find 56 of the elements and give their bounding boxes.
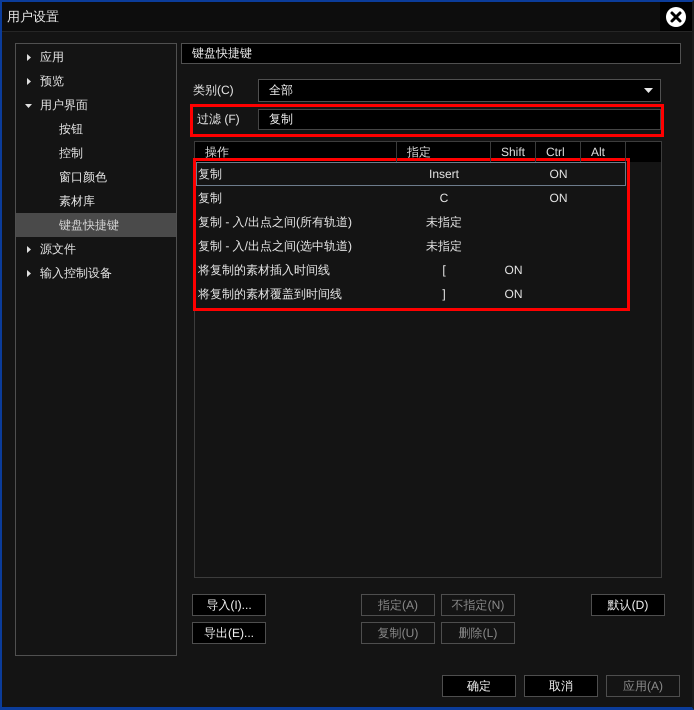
column-header[interactable]: Shift	[491, 142, 536, 162]
import-button[interactable]: 导入(I)...	[192, 594, 266, 616]
tree-item[interactable]: 用户界面	[16, 93, 176, 117]
category-label: 类别(C)	[193, 82, 235, 99]
filter-input[interactable]: 复制	[258, 109, 661, 130]
table-cell-text: ON	[504, 286, 522, 303]
table-row[interactable]: 复制 - 入/出点之间(选中轨道) 未指定	[196, 234, 626, 258]
tree-item[interactable]: 素材库	[16, 189, 176, 213]
close-icon[interactable]	[666, 6, 686, 26]
column-header[interactable]: Alt	[581, 142, 626, 162]
tree-item[interactable]: 键盘快捷键	[16, 213, 176, 237]
table-cell-text: 复制	[198, 190, 222, 207]
table-cell-text: 未指定	[426, 214, 462, 231]
tree-item[interactable]: 源文件	[16, 237, 176, 261]
window-title: 用户设置	[6, 8, 59, 26]
table-cell-text: 将复制的素材覆盖到时间线	[198, 286, 342, 303]
table-cell-text: ON	[550, 166, 568, 183]
table-cell-text: 未指定	[426, 238, 462, 255]
table-row[interactable]: 将复制的素材插入时间线 [ ON	[196, 258, 626, 282]
tree-item[interactable]: 按钮	[16, 117, 176, 141]
caret-icon[interactable]	[644, 88, 653, 93]
section-header: 键盘快捷键	[181, 43, 681, 64]
table-cell-text: 复制 - 入/出点之间(所有轨道)	[198, 214, 352, 231]
table-cell-text: ]	[442, 286, 446, 303]
table-row[interactable]: 复制 - 入/出点之间(所有轨道) 未指定	[196, 210, 626, 234]
tree-item[interactable]: 应用	[16, 45, 176, 69]
table-row[interactable]: 复制 C ON	[196, 186, 626, 210]
tree-item[interactable]: 预览	[16, 69, 176, 93]
table-cell-text: ON	[504, 262, 522, 279]
tree-item[interactable]: 输入控制设备	[16, 261, 176, 285]
column-header[interactable]: 操作	[195, 142, 397, 162]
table-cell-text: C	[440, 190, 448, 207]
category-dropdown[interactable]: 全部	[258, 79, 661, 102]
tree-item[interactable]: 窗口颜色	[16, 165, 176, 189]
table-cell-text: Insert	[428, 166, 459, 183]
tree-item[interactable]: 控制	[16, 141, 176, 165]
caret-icon[interactable]	[25, 102, 32, 108]
caret-icon[interactable]	[25, 78, 32, 84]
table-cell-text: 将复制的素材插入时间线	[198, 262, 330, 279]
table-row[interactable]: 复制 Insert ON	[196, 162, 626, 186]
table-cell-text: 复制 - 入/出点之间(选中轨道)	[198, 238, 352, 255]
default-button[interactable]: 默认(D)	[591, 594, 665, 616]
filter-label: 过滤 (F)	[197, 111, 241, 128]
caret-icon[interactable]	[25, 270, 32, 276]
column-header[interactable]: Ctrl	[536, 142, 581, 162]
export-button[interactable]: 导出(E)...	[192, 622, 266, 644]
caret-icon[interactable]	[25, 54, 32, 60]
table-cell-text: ON	[550, 190, 568, 207]
close-button[interactable]	[660, 2, 692, 31]
table-row[interactable]: 将复制的素材覆盖到时间线 ] ON	[196, 282, 626, 306]
cancel-button[interactable]: 取消	[524, 675, 598, 697]
table-cell-text: [	[442, 262, 446, 279]
caret-icon[interactable]	[25, 246, 32, 252]
table-cell-text: 复制	[198, 166, 222, 183]
ok-button[interactable]: 确定	[442, 675, 516, 697]
column-header[interactable]: 指定	[397, 142, 491, 162]
